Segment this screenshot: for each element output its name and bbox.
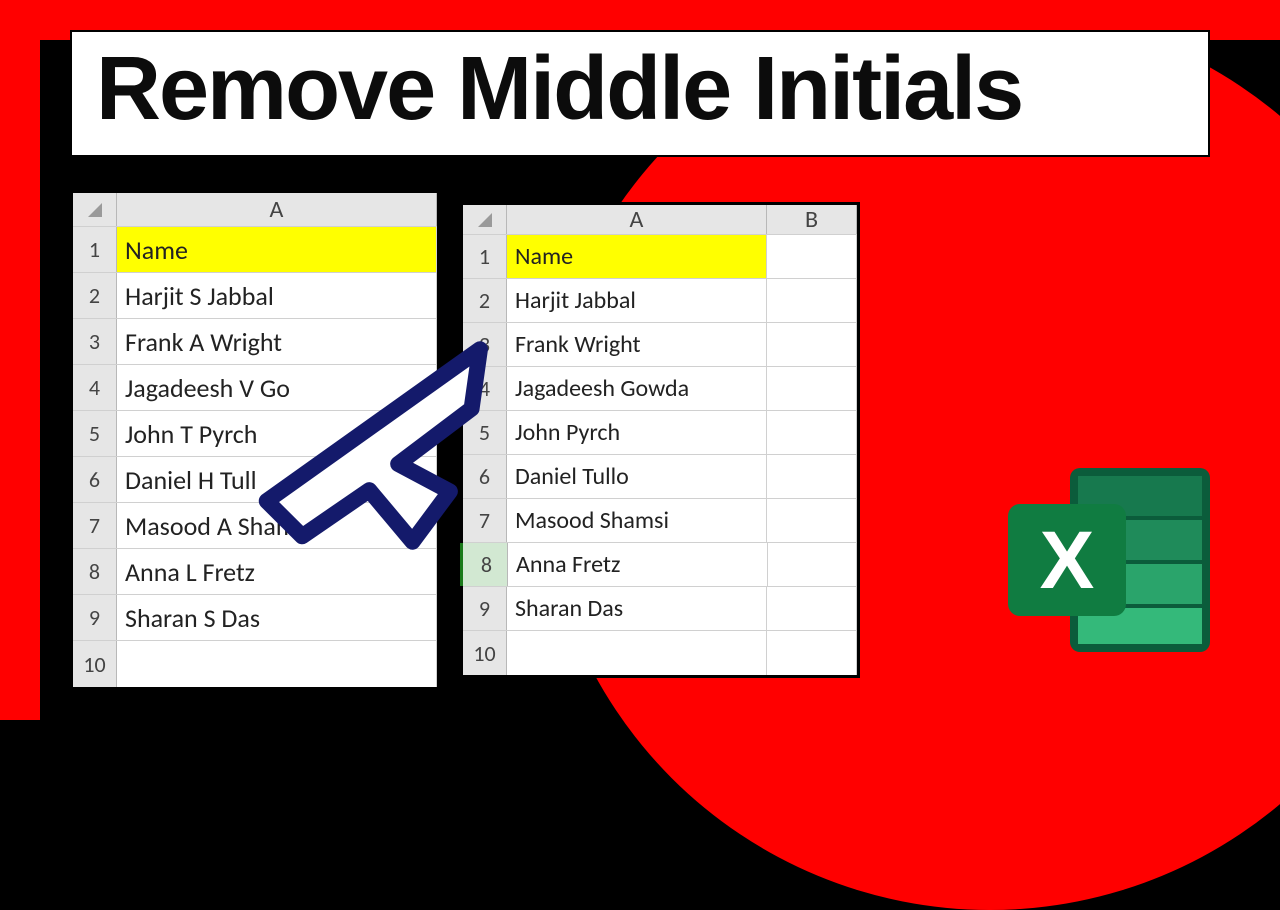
data-cell[interactable]: Daniel Tullo: [507, 455, 767, 498]
table-row: 1 Name: [73, 227, 437, 273]
table-row: 2 Harjit S Jabbal: [73, 273, 437, 319]
page-title: Remove Middle Initials: [96, 38, 1184, 141]
col-header-a[interactable]: A: [507, 205, 767, 234]
column-header-row: A B: [463, 205, 857, 235]
row-header[interactable]: 2: [73, 273, 117, 318]
table-row: 3 Frank A Wright: [73, 319, 437, 365]
data-cell[interactable]: Masood Shamsi: [507, 499, 767, 542]
row-header[interactable]: 4: [463, 367, 507, 410]
data-cell[interactable]: Frank Wright: [507, 323, 767, 366]
data-cell[interactable]: Sharan S Das: [117, 595, 437, 640]
col-header-a[interactable]: A: [117, 193, 437, 226]
data-cell[interactable]: John Pyrch: [507, 411, 767, 454]
table-row: 2 Harjit Jabbal: [463, 279, 857, 323]
select-all-corner[interactable]: [463, 205, 507, 234]
sheet-before: A 1 Name 2 Harjit S Jabbal 3 Frank A Wri…: [70, 190, 440, 690]
data-cell[interactable]: [767, 411, 857, 454]
header-cell[interactable]: Name: [117, 227, 437, 272]
column-header-row: A: [73, 193, 437, 227]
table-row: 8 Anna L Fretz: [73, 549, 437, 595]
data-cell[interactable]: [767, 323, 857, 366]
table-row: 7 Masood Shamsi: [463, 499, 857, 543]
row-header[interactable]: 10: [73, 641, 117, 687]
row-header[interactable]: 5: [73, 411, 117, 456]
table-row: 5 John Pyrch: [463, 411, 857, 455]
data-cell[interactable]: [767, 279, 857, 322]
data-cell[interactable]: Masood A Shamsi: [117, 503, 437, 548]
decor-red-left: [0, 0, 40, 720]
row-header[interactable]: 7: [73, 503, 117, 548]
table-row: 6 Daniel H Tull: [73, 457, 437, 503]
data-cell[interactable]: Anna Fretz: [508, 543, 768, 586]
table-row: 7 Masood A Shamsi: [73, 503, 437, 549]
row-header[interactable]: 3: [73, 319, 117, 364]
table-row: 10: [463, 631, 857, 675]
data-cell[interactable]: Harjit Jabbal: [507, 279, 767, 322]
row-header[interactable]: 7: [463, 499, 507, 542]
table-row: 6 Daniel Tullo: [463, 455, 857, 499]
data-cell[interactable]: [117, 641, 437, 687]
table-row: 9 Sharan Das: [463, 587, 857, 631]
table-row: 5 John T Pyrch: [73, 411, 437, 457]
row-header[interactable]: 6: [463, 455, 507, 498]
row-header[interactable]: 9: [463, 587, 507, 630]
data-cell[interactable]: [767, 499, 857, 542]
table-row: 10: [73, 641, 437, 687]
row-header[interactable]: 9: [73, 595, 117, 640]
data-cell[interactable]: Anna L Fretz: [117, 549, 437, 594]
table-row: 9 Sharan S Das: [73, 595, 437, 641]
row-header[interactable]: 4: [73, 365, 117, 410]
data-cell[interactable]: Harjit S Jabbal: [117, 273, 437, 318]
row-header[interactable]: 3: [463, 323, 507, 366]
row-header[interactable]: 8: [460, 543, 508, 586]
table-row: 1 Name: [463, 235, 857, 279]
sheet-after: A B 1 Name 2 Harjit Jabbal 3 Frank Wrigh…: [460, 202, 860, 678]
row-header[interactable]: 1: [463, 235, 507, 278]
data-cell[interactable]: [768, 543, 857, 586]
data-cell[interactable]: Jagadeesh Gowda: [507, 367, 767, 410]
excel-logo-icon: X: [1000, 460, 1220, 660]
col-header-b[interactable]: B: [767, 205, 857, 234]
row-header[interactable]: 10: [463, 631, 507, 675]
data-cell[interactable]: Frank A Wright: [117, 319, 437, 364]
table-row: 4 Jagadeesh Gowda: [463, 367, 857, 411]
svg-text:X: X: [1040, 515, 1095, 606]
data-cell[interactable]: [767, 631, 857, 675]
title-bar: Remove Middle Initials: [70, 30, 1210, 157]
table-row: 3 Frank Wright: [463, 323, 857, 367]
data-cell[interactable]: Jagadeesh V Go: [117, 365, 437, 410]
data-cell[interactable]: [767, 235, 857, 278]
data-cell[interactable]: [767, 367, 857, 410]
table-row: 4 Jagadeesh V Go: [73, 365, 437, 411]
data-cell[interactable]: [767, 455, 857, 498]
select-all-corner[interactable]: [73, 193, 117, 226]
data-cell[interactable]: [767, 587, 857, 630]
data-cell[interactable]: Daniel H Tull: [117, 457, 437, 502]
data-cell[interactable]: [507, 631, 767, 675]
data-cell[interactable]: Sharan Das: [507, 587, 767, 630]
row-header[interactable]: 8: [73, 549, 117, 594]
row-header[interactable]: 5: [463, 411, 507, 454]
header-cell[interactable]: Name: [507, 235, 767, 278]
table-row: 8 Anna Fretz: [463, 543, 857, 587]
data-cell[interactable]: John T Pyrch: [117, 411, 437, 456]
row-header[interactable]: 6: [73, 457, 117, 502]
row-header[interactable]: 2: [463, 279, 507, 322]
row-header[interactable]: 1: [73, 227, 117, 272]
